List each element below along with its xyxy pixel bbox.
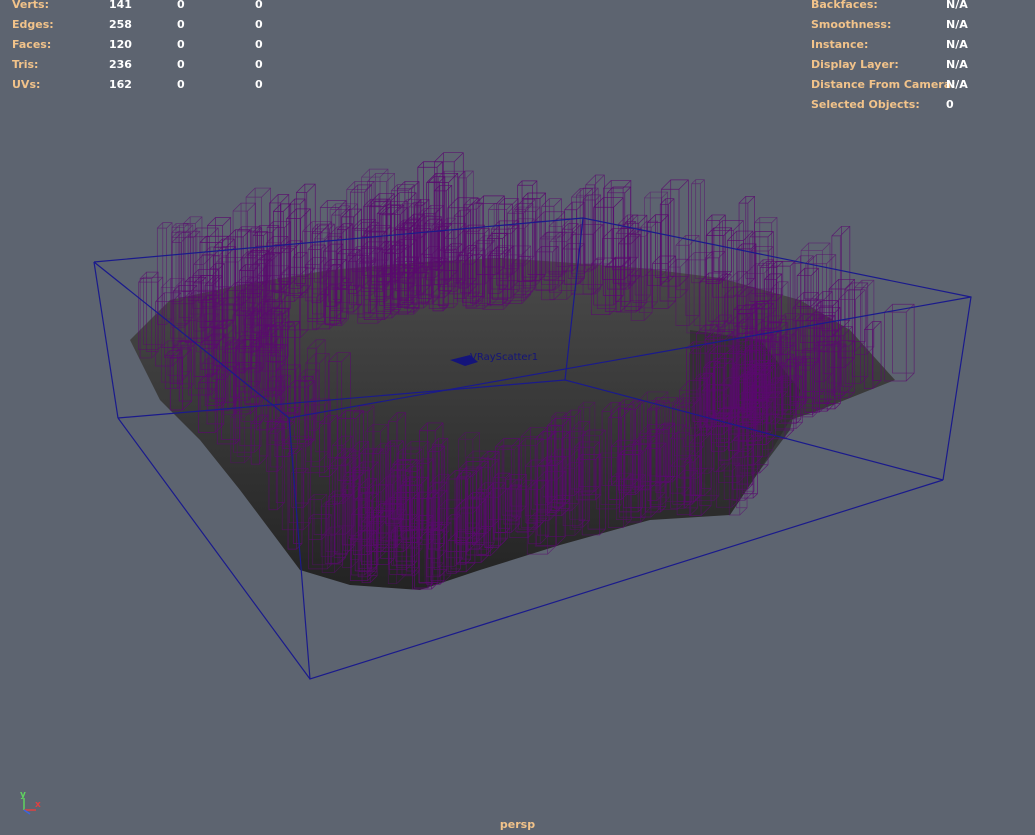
hud-label: UVs: <box>12 78 41 91</box>
hud-value: 162 <box>109 78 132 91</box>
instance-wireframe <box>660 179 689 287</box>
hud-label: Verts: <box>12 0 50 11</box>
hud-label: Selected Objects: <box>811 98 920 111</box>
hud-value: N/A <box>946 38 968 51</box>
y-axis-label: y <box>20 790 26 800</box>
hud-value: 258 <box>109 18 132 31</box>
hud-row: UVs: 162 0 0 <box>12 75 325 95</box>
hud-value: 0 <box>255 18 263 31</box>
poly-count-hud: Verts: 141 0 0 Edges: 258 0 0 Faces: 120 0 0 Tris: 23… <box>12 0 325 95</box>
hud-label: Smoothness: <box>811 18 892 31</box>
x-axis-label: x <box>35 800 41 810</box>
hud-value: 0 <box>177 58 185 71</box>
hud-row: Display Layer: N/A <box>811 55 968 75</box>
hud-row: Verts: 141 0 0 <box>12 0 325 15</box>
hud-row: Edges: 258 0 0 <box>12 15 325 35</box>
hud-label: Edges: <box>12 18 54 31</box>
object-details-hud: Backfaces: N/A Smoothness: N/A Instance: N/A D… <box>811 0 968 115</box>
hud-value: N/A <box>946 18 968 31</box>
hud-value: N/A <box>946 58 968 71</box>
hud-value: 0 <box>946 98 954 111</box>
hud-label: Faces: <box>12 38 52 51</box>
hud-value: N/A <box>946 0 968 11</box>
hud-row: Backfaces: N/A <box>811 0 968 15</box>
object-name: VRayScatter1 <box>470 352 538 363</box>
instance-wireframe <box>831 225 851 331</box>
hud-value: 0 <box>177 18 185 31</box>
hud-label: Distance From Camera: <box>811 78 956 91</box>
instance-wireframe <box>884 303 915 382</box>
hud-value: 236 <box>109 58 132 71</box>
hud-value: 0 <box>255 38 263 51</box>
hud-row: Instance: N/A <box>811 35 968 55</box>
hud-value: 141 <box>109 0 132 11</box>
hud-row: Faces: 120 0 0 <box>12 35 325 55</box>
hud-value: 0 <box>255 0 263 11</box>
hud-row: Tris: 236 0 0 <box>12 55 325 75</box>
hud-label: Display Layer: <box>811 58 899 71</box>
hud-label: Backfaces: <box>811 0 878 11</box>
hud-row: Smoothness: N/A <box>811 15 968 35</box>
hud-value: 120 <box>109 38 132 51</box>
viewport-3d[interactable]: VRayScatter1 <box>0 0 1035 835</box>
instance-wireframe <box>691 179 705 284</box>
hud-value: 0 <box>177 78 185 91</box>
instance-wireframe <box>576 187 599 272</box>
camera-name[interactable]: persp <box>0 818 1035 831</box>
hud-row: Distance From Camera: N/A <box>811 75 968 95</box>
hud-value: 0 <box>177 0 185 11</box>
hud-value: N/A <box>946 78 968 91</box>
hud-value: 0 <box>255 58 263 71</box>
hud-row: Selected Objects: 0 <box>811 95 968 115</box>
hud-label: Tris: <box>12 58 39 71</box>
hud-label: Instance: <box>811 38 869 51</box>
axis-gizmo: y x <box>20 790 41 815</box>
hud-value: 0 <box>177 38 185 51</box>
hud-value: 0 <box>255 78 263 91</box>
